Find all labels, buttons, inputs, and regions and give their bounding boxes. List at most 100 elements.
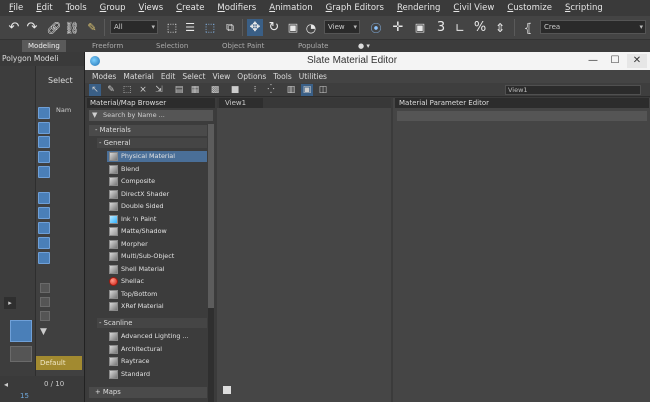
material-item[interactable]: Matte/Shadow [107,226,207,237]
material-item[interactable]: Advanced Lighting ... [107,331,207,342]
menu-civil-view[interactable]: Civil View [453,3,494,13]
move-children-icon[interactable]: ⇲ [153,84,165,96]
menu-tools[interactable]: Tools [66,3,87,13]
explorer-view-icon[interactable] [38,107,50,119]
display-none-icon[interactable] [40,297,50,307]
menu-graph-editors[interactable]: Graph Editors [326,3,384,13]
undo-icon[interactable]: ↶ [6,19,22,36]
slate-menu-select[interactable]: Select [182,72,205,81]
menu-customize[interactable]: Customize [507,3,552,13]
select-object-icon[interactable]: ⬚ [164,19,180,36]
material-item[interactable]: Multi/Sub-Object [107,251,207,262]
percent-snap-icon[interactable]: % [472,19,488,36]
group-scanline[interactable]: - Scanline [97,318,207,328]
browser-scrollbar[interactable] [208,124,214,402]
angle-snap-icon[interactable]: ∟ [452,19,468,36]
material-item[interactable]: Blend [107,164,207,175]
reference-coordinate-dropdown[interactable]: View [324,20,360,34]
display-cameras-icon[interactable] [38,166,50,178]
pick-material-icon[interactable]: ✎ [105,84,117,96]
material-item[interactable]: Shellac [107,276,207,287]
keyboard-shortcut-icon[interactable]: ▣ [412,19,428,36]
slate-menu-modes[interactable]: Modes [92,72,116,81]
search-options-icon[interactable]: ▼ [92,110,97,121]
select-manipulate-icon[interactable]: ✛ [390,19,406,36]
view-selector-dropdown[interactable]: View1 [505,85,641,95]
menu-views[interactable]: Views [139,3,164,13]
menu-file[interactable]: File [9,3,23,13]
select-by-name-icon[interactable]: ☰ [182,19,198,36]
select-by-material-icon[interactable]: ◫ [317,84,329,96]
menu-create[interactable]: Create [176,3,204,13]
group-maps[interactable]: + Maps [89,387,207,398]
close-icon[interactable]: ✕ [627,54,647,68]
frame-counter[interactable]: 0 / 10 [44,380,64,388]
time-slider-left-icon[interactable]: ◂ [4,380,14,390]
menu-scripting[interactable]: Scripting [565,3,603,13]
redo-icon[interactable]: ↷ [24,19,40,36]
display-lights-icon[interactable] [38,151,50,163]
rotate-icon[interactable]: ↻ [266,19,282,36]
browser-search-input[interactable]: ▼ Search by Name ... [89,110,213,121]
material-item[interactable]: Shell Material [107,264,207,275]
material-item[interactable]: Architectural [107,344,207,355]
pivot-icon[interactable]: ⦿ [368,19,384,36]
material-item[interactable]: Ink 'n Paint [107,214,207,225]
slate-menu-view[interactable]: View [212,72,230,81]
show-map-icon[interactable]: ▦ [189,84,201,96]
tab-populate[interactable]: Populate [298,40,328,52]
material-item[interactable]: Composite [107,176,207,187]
group-general[interactable]: - General [97,138,207,148]
material-item[interactable]: Morpher [107,239,207,250]
node-view-area[interactable]: View1 [217,98,391,402]
selection-filter-dropdown[interactable]: All [110,20,158,34]
parameter-name-field[interactable] [397,111,647,121]
show-background-icon[interactable]: ▩ [209,84,221,96]
display-xrefs-icon[interactable] [38,237,50,249]
display-invert-icon[interactable] [40,311,50,321]
workspace-default-label[interactable]: Default [36,356,82,370]
scene-explorer-button[interactable] [10,346,32,362]
material-map-browser-icon[interactable]: ▥ [285,84,297,96]
place-icon[interactable]: ◔ [303,19,319,36]
menu-modifiers[interactable]: Modifiers [217,3,256,13]
layout-all-icon[interactable]: ⁝ [249,84,261,96]
select-tool-icon[interactable]: ↖ [89,84,101,96]
show-end-result-icon[interactable]: ■ [229,84,241,96]
material-item[interactable]: Raytrace [107,356,207,367]
slate-menu-utilities[interactable]: Utilities [299,72,327,81]
display-shapes-icon[interactable] [38,136,50,148]
layer-explorer-button[interactable] [10,320,32,342]
tab-selection[interactable]: Selection [156,40,188,52]
group-materials[interactable]: - Materials [89,125,207,136]
display-all-icon[interactable] [40,283,50,293]
rect-selection-icon[interactable]: ⬚ [202,19,218,36]
display-bones-icon[interactable] [38,252,50,264]
slate-menu-tools[interactable]: Tools [273,72,291,81]
unlink-icon[interactable]: ⛓︎ [64,19,80,36]
hide-unused-slots-icon[interactable]: ▤ [173,84,185,96]
menu-animation[interactable]: Animation [269,3,312,13]
slate-menu-edit[interactable]: Edit [161,72,176,81]
link-icon[interactable]: 🔗︎ [46,19,62,36]
bind-space-warp-icon[interactable]: ✎ [84,19,100,36]
parameter-editor-icon[interactable]: ▣ [301,84,313,96]
material-item[interactable]: XRef Material [107,301,207,312]
tab-view1[interactable]: View1 [219,98,263,108]
tab-freeform[interactable]: Freeform [92,40,123,52]
slate-menu-material[interactable]: Material [123,72,153,81]
material-item[interactable]: Top/Bottom [107,289,207,300]
material-item[interactable]: Standard [107,369,207,380]
snap-toggle-icon[interactable]: 3 [432,19,450,36]
layout-children-icon[interactable]: ⁛ [265,84,277,96]
maximize-icon[interactable]: ☐ [605,54,625,68]
move-icon[interactable]: ✥ [247,19,263,36]
navigator-icon[interactable] [223,386,231,394]
filter-icon[interactable]: ▼ [40,327,50,337]
display-groups-icon[interactable] [38,222,50,234]
menu-edit[interactable]: Edit [36,3,52,13]
expand-panel-icon[interactable]: ▸ [4,297,16,309]
menu-group[interactable]: Group [100,3,126,13]
minimize-icon[interactable]: — [583,54,603,68]
spinner-snap-icon[interactable]: ⇕ [492,19,508,36]
